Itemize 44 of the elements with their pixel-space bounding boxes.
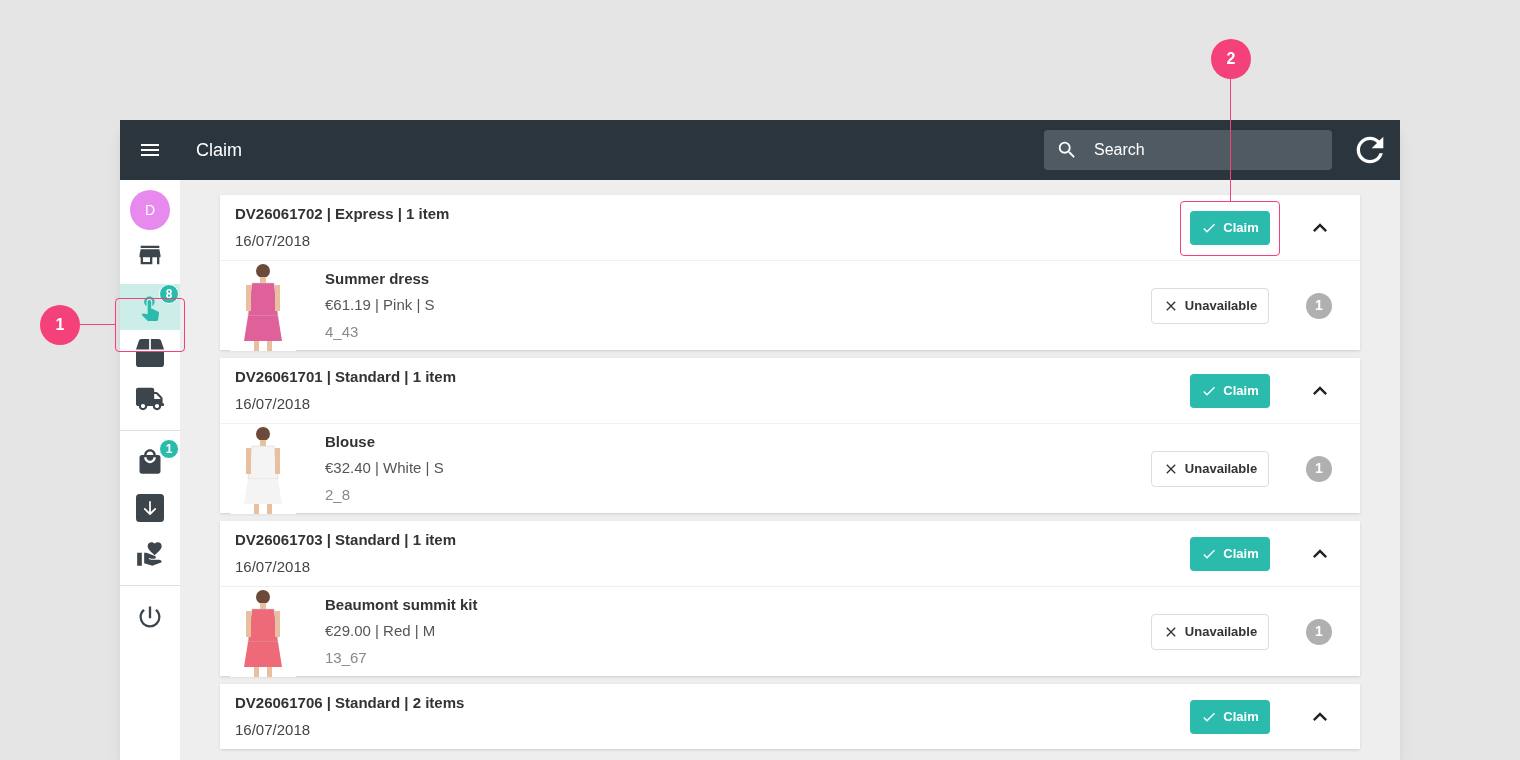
unavailable-button[interactable]: Unavailable [1151,613,1269,650]
claim-button[interactable]: Claim [1190,536,1270,571]
unavailable-button[interactable]: Unavailable [1151,287,1269,324]
sidebar-item[interactable]: 1 [120,439,180,485]
item-name: Blouse [325,431,376,452]
callout-marker: 2 [1211,39,1251,79]
item-code: 13_67 [325,647,368,668]
order-title: DV26061706 | Standard | 2 items [235,693,465,713]
quantity-badge: 1 [1306,618,1332,645]
claim-button[interactable]: Claim [1190,699,1270,734]
page-title: Claim [196,138,242,162]
order-date: 16/07/2018 [235,393,312,414]
item-details: €32.40 | White | S [325,458,444,479]
item-name: Summer dress [325,268,431,289]
item-name: Beaumont summit kit [325,594,478,615]
sidebar-item[interactable]: 8 [120,284,180,330]
search-icon [1056,139,1078,161]
quantity-badge: 1 [1306,292,1332,319]
box-icon [136,339,164,367]
download-icon [136,494,164,522]
order-date: 16/07/2018 [235,719,312,740]
order-date: 16/07/2018 [235,230,312,251]
search-input[interactable]: Search [1094,138,1294,162]
item-details: €29.00 | Red | M [325,621,437,642]
search-field[interactable]: Search [1044,130,1332,170]
count-badge: 1 [159,439,179,459]
order-title: DV26061702 | Express | 1 item [235,204,450,224]
avatar[interactable]: D [130,190,170,230]
callout-marker: 1 [40,305,80,345]
hand-icon [136,540,164,568]
leader-line [80,324,115,325]
item-code: 2_8 [325,484,352,505]
order-title: DV26061703 | Standard | 1 item [235,530,456,550]
count-badge: 8 [159,284,179,304]
unavailable-button[interactable]: Unavailable [1151,450,1269,487]
claim-button[interactable]: Claim [1190,373,1270,408]
quantity-badge: 1 [1306,455,1332,482]
highlight-frame [115,298,185,352]
claim-button[interactable]: Claim [1190,210,1270,245]
order-date: 16/07/2018 [235,556,312,577]
item-code: 4_43 [325,321,360,342]
order-title: DV26061701 | Standard | 1 item [235,367,456,387]
item-details: €61.19 | Pink | S [325,295,435,316]
truck-icon [136,385,164,413]
